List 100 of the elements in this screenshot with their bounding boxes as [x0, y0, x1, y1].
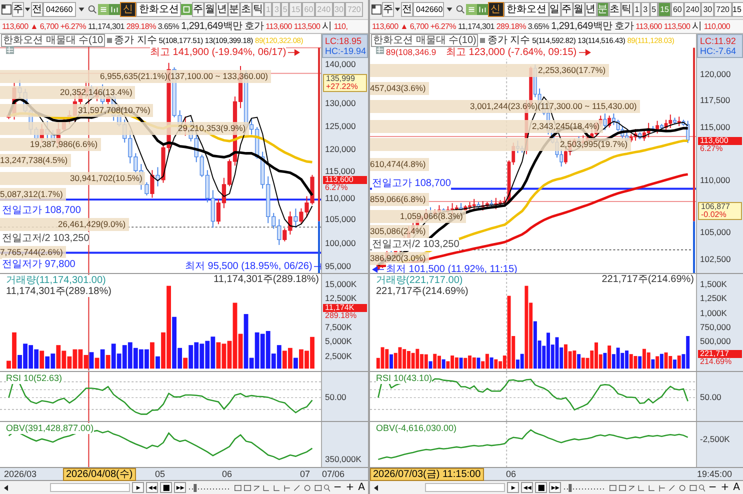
navigation-button[interactable]: ▸	[132, 482, 144, 494]
percent-label: +27.22%	[325, 82, 359, 91]
navigation-button[interactable]: ◂◂	[146, 482, 158, 494]
window-icon[interactable]	[371, 4, 382, 15]
axis-tick: 750,000	[700, 322, 731, 332]
change: 6,700	[410, 22, 428, 31]
interval-button[interactable]: 3	[641, 2, 650, 17]
checkbox-icon[interactable]	[480, 38, 486, 43]
chart-tools-drawing[interactable]	[609, 482, 706, 493]
search-icon[interactable]	[87, 4, 98, 15]
type-button[interactable]: 전	[401, 2, 413, 17]
lc-value: LC:11.92	[700, 36, 737, 46]
chart-annotation: 전일저가 97,800	[2, 258, 76, 271]
navigation-button[interactable]: ▸▸	[174, 482, 186, 494]
slider-thumb[interactable]	[194, 484, 198, 492]
code-field[interactable]: 042660	[413, 2, 444, 17]
chart-annotation: 전일고저/2 103,250	[2, 232, 90, 245]
percent-label: 6.27%	[699, 144, 723, 153]
volume-profile-bar: 20,352,146(13.4%)	[0, 86, 136, 99]
price-tag: 113,600	[698, 136, 742, 145]
period-button[interactable]: 주	[560, 2, 573, 17]
date-label: 05	[155, 468, 166, 480]
period-button[interactable]: 초	[608, 2, 621, 17]
new-badge: 신	[488, 2, 504, 17]
price-tag: 135,999	[324, 74, 366, 83]
period-button[interactable]: 년	[216, 2, 228, 17]
volume-subtitle: 11,174,301주(289.18%)	[6, 286, 112, 297]
slider-thumb[interactable]	[569, 484, 572, 492]
change-percent: +6.27%	[430, 22, 456, 31]
volume-percent: 289.18%	[496, 22, 526, 31]
volume-reading: 221,717주(214.69%)	[602, 275, 694, 285]
period-button[interactable]: 초	[240, 2, 252, 17]
volume-profile-bar: 305,086(2.4%)	[370, 224, 429, 238]
zoom-slider[interactable]	[564, 484, 607, 492]
chart-tools-drawing[interactable]	[234, 482, 330, 493]
left-arrow-icon	[372, 266, 384, 273]
axis-tick: 350,000K	[325, 454, 362, 464]
navigation-button[interactable]: ▸▸	[549, 482, 562, 494]
period-button[interactable]: 월	[572, 2, 585, 17]
axis-tick: 500,000	[700, 336, 731, 346]
zoom-button[interactable]: A	[732, 482, 741, 494]
list-icon[interactable]	[476, 4, 488, 15]
axis-tick: 5,000K	[325, 336, 352, 346]
axis-tick: 120,000	[325, 144, 356, 154]
market-dropdown[interactable]: 주	[12, 2, 24, 17]
navigation-button[interactable]: ■	[535, 482, 548, 494]
date-label: 07	[300, 468, 310, 480]
period-button[interactable]: 주	[192, 2, 204, 17]
search-icon[interactable]	[454, 4, 466, 15]
period-button[interactable]: 분	[228, 2, 240, 17]
scroll-left-icon[interactable]	[372, 482, 380, 493]
axis-tick: 50.00	[325, 392, 346, 402]
period-button[interactable]: 월	[204, 2, 216, 17]
zoom-slider[interactable]	[188, 484, 232, 492]
axis-tick: 115,000	[700, 122, 730, 132]
stock-name-field[interactable]: 한화오션	[504, 2, 549, 17]
period-button[interactable]: 년	[584, 2, 597, 17]
zoom-button[interactable]: −	[707, 482, 718, 494]
percent-label: 214.69%	[699, 358, 733, 366]
interval-button[interactable]: 30	[701, 2, 714, 17]
interval-button[interactable]: 60	[670, 2, 684, 17]
volume-profile-bar: 7,765,744(2.6%)	[0, 246, 66, 259]
type-button[interactable]: 전	[31, 2, 43, 17]
volume-title: 거래량(221,717.00)	[376, 275, 463, 286]
market-dropdown[interactable]: 주	[382, 2, 394, 17]
stock-name-field[interactable]: 한화오션	[136, 2, 181, 17]
bid-price: 113,500	[664, 22, 690, 31]
calendar-icon[interactable]	[181, 4, 192, 15]
navigation-button[interactable]: ▸	[507, 482, 520, 494]
axis-tick: 105,000	[325, 214, 356, 224]
axis-tick: 50.00	[700, 392, 722, 402]
navigation-button[interactable]: ◂◂	[521, 482, 534, 494]
interval-button[interactable]: 720	[714, 2, 732, 17]
period-button[interactable]: 틱	[252, 2, 264, 17]
overlay-title[interactable]: 한화오션 매물대 수(10)	[371, 34, 478, 47]
navigation-button[interactable]: ■	[160, 482, 172, 494]
code-field[interactable]: 042660	[43, 2, 76, 17]
zoom-button[interactable]: −	[332, 482, 343, 494]
percent-label: -0.02%	[700, 210, 726, 219]
axis-tick: 110,000	[700, 174, 730, 185]
axis-tick: 105,000	[700, 226, 731, 237]
volume: 11,174,301	[458, 22, 494, 31]
period-button[interactable]: 일	[548, 2, 561, 17]
axis-tick: 1,250K	[700, 293, 727, 303]
scroll-left-icon[interactable]	[2, 482, 10, 493]
volume-percent: 289.18%	[126, 22, 156, 31]
interval-field[interactable]: 15	[732, 2, 743, 17]
zoom-button[interactable]: A	[357, 482, 366, 494]
period-button[interactable]: 틱	[620, 2, 633, 17]
overlay-title[interactable]: 한화오션 매물대 수(10	[1, 34, 106, 47]
trade-amount: 1,291,649백만	[181, 20, 242, 33]
list-icon[interactable]	[109, 4, 120, 15]
interval-button[interactable]: 240	[684, 2, 702, 17]
chart-annotation: 전일고가 108,700	[2, 204, 81, 217]
ask-price: 113,600	[266, 22, 292, 31]
zoom-button[interactable]: +	[344, 482, 356, 494]
volume-profile-bar: 3,001,244(23.6%)(117,300.00 ~ 115,430.00)	[370, 100, 640, 113]
window-icon[interactable]	[1, 4, 12, 15]
zoom-button[interactable]: +	[720, 482, 730, 494]
checkbox-icon[interactable]	[107, 38, 112, 43]
